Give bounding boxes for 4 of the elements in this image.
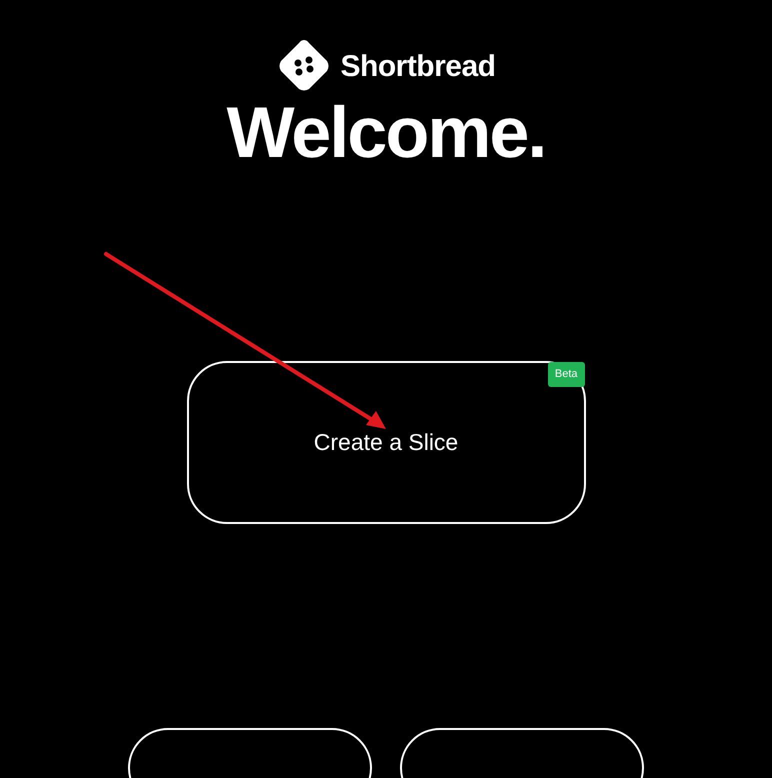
welcome-heading: Welcome. — [226, 94, 546, 174]
beta-badge: Beta — [548, 362, 584, 387]
brand-name: Shortbread — [340, 48, 496, 84]
create-slice-button[interactable]: Create a Slice Beta — [186, 361, 586, 524]
